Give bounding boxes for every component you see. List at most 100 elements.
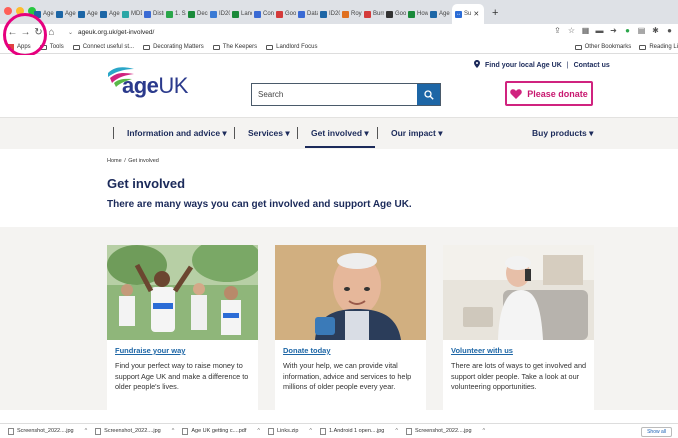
tab-active[interactable]: ↔ Su ✕: [452, 4, 484, 24]
extension-icon[interactable]: ➜: [609, 26, 618, 35]
address-bar[interactable]: ⌄ ageuk.org.uk/get-involved/: [68, 26, 578, 39]
tab-item[interactable]: Goog: [276, 4, 296, 24]
bookmark-item[interactable]: The Keepers: [212, 44, 258, 50]
puzzle-icon[interactable]: ✱: [651, 26, 660, 35]
toolbar-actions: ⇪ ☆ ▦ ▬ ➜ ● ▤ ✱ ●: [553, 26, 674, 35]
tab-label: How: [417, 11, 428, 17]
folder-icon: [212, 44, 220, 50]
find-local-link[interactable]: Find your local Age UK: [485, 62, 562, 69]
forward-arrow-icon[interactable]: →: [19, 27, 32, 38]
bookmark-star-icon[interactable]: ☆: [567, 26, 576, 35]
tab-item[interactable]: Age: [430, 4, 450, 24]
bookmark-label: The Keepers: [222, 44, 258, 50]
chevron-down-icon[interactable]: ⌄: [68, 29, 73, 36]
download-item[interactable]: Screenshot_2022....jpg ^: [398, 427, 486, 435]
bookmarks-bar: Apps Tools Connect useful st... Decorating…: [0, 41, 678, 54]
nav-item-get-involved[interactable]: Get involved ▾: [311, 128, 369, 139]
tab-item[interactable]: ID20: [320, 4, 340, 24]
tab-item[interactable]: Age: [56, 4, 76, 24]
show-all-button[interactable]: Show all: [641, 427, 672, 437]
tab-item[interactable]: Deco: [188, 4, 208, 24]
tab-favicon-icon: [408, 10, 415, 18]
tab-item[interactable]: Cons: [254, 4, 274, 24]
download-filename: Screenshot_2022....jpg: [17, 428, 74, 434]
bookmark-reading-list[interactable]: Reading Li: [639, 44, 678, 50]
download-item[interactable]: Links.zip ^: [260, 427, 312, 435]
tab-item[interactable]: Royal: [342, 4, 362, 24]
cards-section: Fundraise your way Find your perfect way…: [0, 227, 678, 410]
card-title-link[interactable]: Volunteer with us: [451, 346, 513, 355]
nav-divider: [377, 127, 378, 139]
tab-label: ID20: [219, 11, 230, 17]
bookmark-item[interactable]: Tools: [39, 44, 64, 50]
tab-item[interactable]: Burnl: [364, 4, 384, 24]
download-item[interactable]: 1.Android 1 open....jpg ^: [312, 427, 398, 435]
tab-label: Age: [65, 11, 76, 17]
tab-item[interactable]: Age: [100, 4, 120, 24]
search-input[interactable]: [252, 84, 417, 105]
bookmark-list: Tools Connect useful st... Decorating Matt…: [39, 44, 317, 50]
breadcrumb-home-link[interactable]: Home: [107, 158, 122, 164]
tab-favicon-icon: [122, 10, 129, 18]
tab-item[interactable]: 1. SA: [166, 4, 186, 24]
download-filename: Screenshot_2022....jpg: [104, 428, 161, 434]
download-item[interactable]: Age UK getting c....pdf ^: [174, 427, 260, 435]
close-window-button[interactable]: [4, 7, 12, 15]
tab-favicon-icon: [188, 10, 195, 18]
bookmark-label: Apps: [17, 44, 31, 50]
chevron-down-icon: ▾: [364, 128, 369, 138]
nav-item-information-and-advice[interactable]: Information and advice ▾: [127, 128, 227, 139]
profile-avatar-icon[interactable]: ●: [665, 26, 674, 35]
reload-icon[interactable]: ↻: [32, 27, 45, 38]
contact-us-link[interactable]: Contact us: [574, 62, 610, 69]
minimize-window-button[interactable]: [16, 7, 24, 15]
card-volunteer[interactable]: Volunteer with us There are lots of ways…: [443, 245, 594, 410]
bookmark-label: Connect useful st...: [82, 44, 135, 50]
nav-item-our-impact[interactable]: Our impact ▾: [391, 128, 443, 139]
search-button[interactable]: [417, 84, 440, 105]
extension-icon[interactable]: ●: [623, 26, 632, 35]
tab-item[interactable]: Age: [34, 4, 54, 24]
nav-item-services[interactable]: Services ▾: [248, 128, 290, 139]
bookmark-item[interactable]: Connect useful st...: [72, 44, 135, 50]
card-fundraise[interactable]: Fundraise your way Find your perfect way…: [107, 245, 258, 410]
tab-item[interactable]: MDD: [122, 4, 142, 24]
card-title-link[interactable]: Fundraise your way: [115, 346, 185, 355]
tab-label: Deco: [197, 11, 208, 17]
tab-favicon-icon: [34, 10, 41, 18]
back-arrow-icon[interactable]: ←: [6, 27, 19, 38]
new-tab-button[interactable]: +: [492, 4, 498, 24]
header-links: Find your local Age UK | Contact us: [474, 60, 610, 70]
share-icon[interactable]: ⇪: [553, 26, 562, 35]
chevron-up-icon[interactable]: ^: [483, 428, 486, 434]
tab-label: Su: [464, 11, 472, 17]
tab-item[interactable]: How: [408, 4, 428, 24]
tab-item[interactable]: Land: [232, 4, 252, 24]
donate-button[interactable]: Please donate: [505, 81, 593, 106]
bookmark-item[interactable]: Landlord Focus: [266, 44, 317, 50]
tab-label: Goog: [285, 11, 296, 17]
search-icon: [423, 89, 434, 100]
tab-favicon-icon: [386, 10, 393, 18]
bookmark-item[interactable]: Decorating Matters: [143, 44, 204, 50]
tab-item[interactable]: Datal: [298, 4, 318, 24]
bookmark-other[interactable]: Other Bookmarks: [574, 44, 631, 50]
nav-item-buy-products[interactable]: Buy products ▾: [532, 128, 593, 139]
card-title-link[interactable]: Donate today: [283, 346, 331, 355]
age-uk-logo[interactable]: ageUK: [106, 65, 196, 99]
extension-icon[interactable]: ▤: [637, 26, 646, 35]
extension-icon[interactable]: ▦: [581, 26, 590, 35]
download-item[interactable]: Screenshot_2022....jpg ^: [0, 427, 87, 435]
tab-item[interactable]: Age: [78, 4, 98, 24]
tab-item[interactable]: Goog: [386, 4, 406, 24]
download-item[interactable]: Screenshot_2022....jpg ^: [87, 427, 174, 435]
bookmark-apps[interactable]: Apps: [8, 44, 31, 50]
home-icon[interactable]: ⌂: [45, 27, 58, 38]
tab-item[interactable]: Distr: [144, 4, 164, 24]
breadcrumb-current: Get involved: [128, 158, 159, 164]
extension-icon[interactable]: ▬: [595, 26, 604, 35]
reading-list-icon: [639, 44, 647, 50]
tab-item[interactable]: ID20: [210, 4, 230, 24]
card-donate[interactable]: Donate today With your help, we can prov…: [275, 245, 426, 410]
close-tab-icon[interactable]: ✕: [473, 10, 479, 18]
